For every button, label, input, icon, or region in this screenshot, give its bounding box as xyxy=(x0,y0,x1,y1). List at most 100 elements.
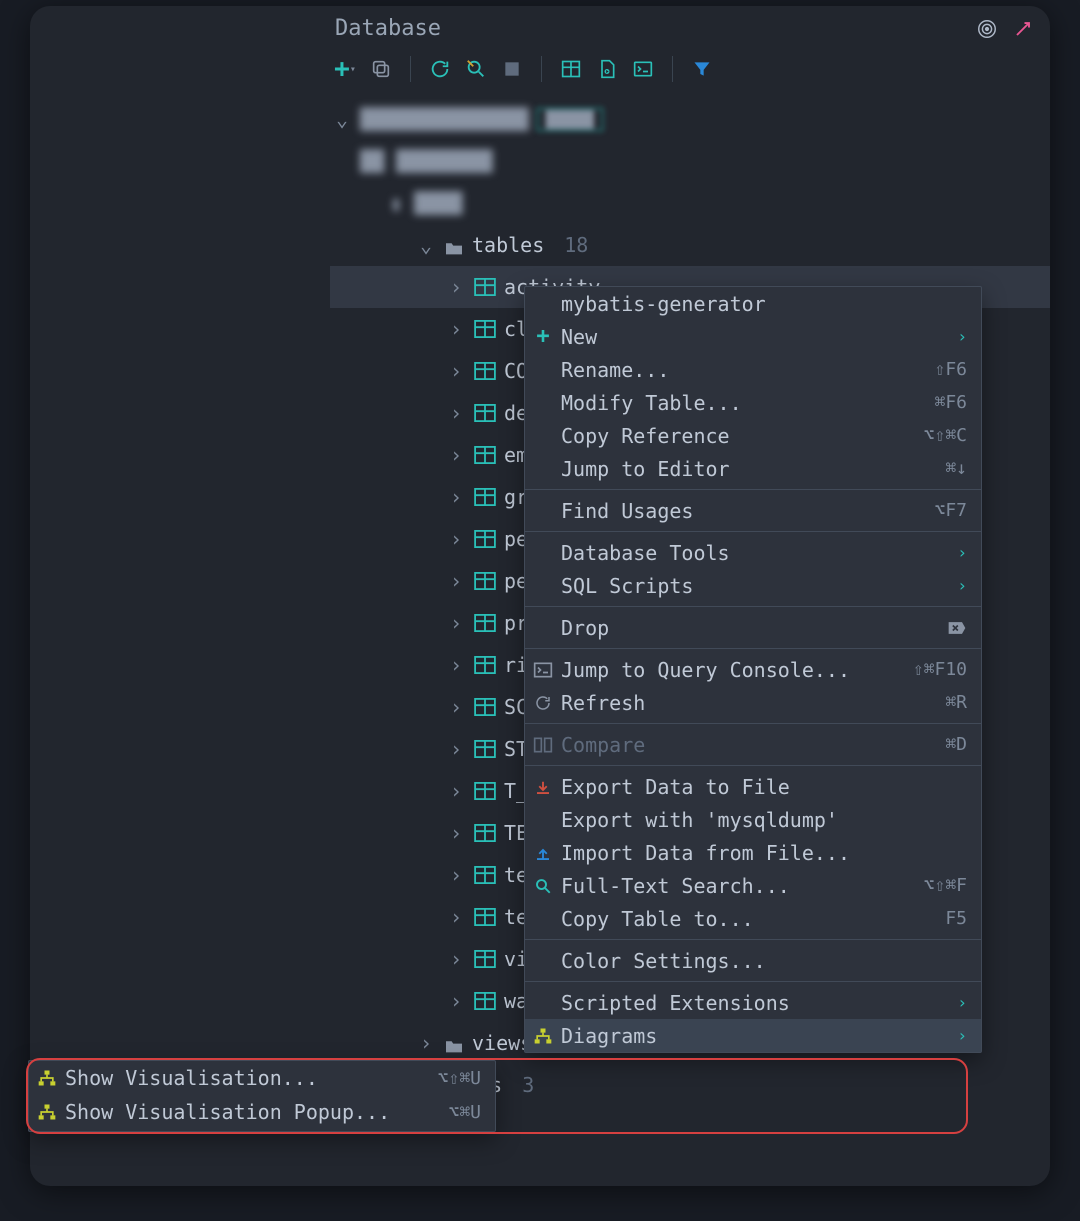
menu-separator xyxy=(525,531,981,532)
menu-item[interactable]: Copy Reference ⌥⇧⌘C xyxy=(525,419,981,452)
table-icon xyxy=(474,824,496,842)
submenu-item[interactable]: Show Visualisation Popup... ⌥⌘U xyxy=(29,1095,495,1129)
menu-separator xyxy=(525,765,981,766)
submenu-item[interactable]: Show Visualisation... ⌥⇧⌘U xyxy=(29,1061,495,1095)
menu-item[interactable]: Jump to Query Console... ⇧⌘F10 xyxy=(525,653,981,686)
toolbar-separator xyxy=(672,56,673,82)
tree-connection[interactable]: ⌄ ██████████████ █████ xyxy=(330,98,1050,140)
menu-item[interactable]: + New › xyxy=(525,320,981,353)
chevron-right-icon: › xyxy=(420,1031,436,1055)
menu-item[interactable]: Find Usages⌥F7 xyxy=(525,494,981,527)
menu-icon xyxy=(533,661,553,679)
menu-shortcut: ⇧⌘F10 xyxy=(913,659,967,680)
tree-schema[interactable]: ██ ████████ xyxy=(330,140,1050,182)
menu-label: Find Usages xyxy=(561,499,926,523)
table-icon xyxy=(474,488,496,506)
folder-count: 18 xyxy=(564,233,588,257)
table-icon xyxy=(474,656,496,674)
folder-count: 3 xyxy=(522,1073,534,1097)
menu-item[interactable]: Rename... ⇧F6 xyxy=(525,353,981,386)
submenu-shortcut: ⌥⌘U xyxy=(448,1102,481,1123)
menu-item[interactable]: Drop xyxy=(525,611,981,644)
menu-label: New xyxy=(561,325,949,349)
menu-item[interactable]: Refresh⌘R xyxy=(525,686,981,719)
menu-item[interactable]: SQL Scripts› xyxy=(525,569,981,602)
menu-separator xyxy=(525,723,981,724)
menu-separator xyxy=(525,981,981,982)
chevron-down-icon: ⌄ xyxy=(336,107,352,131)
menu-item[interactable]: mybatis-generator xyxy=(525,287,981,320)
copy-icon[interactable] xyxy=(370,58,392,80)
menu-separator xyxy=(525,606,981,607)
menu-shortcut: ⇧F6 xyxy=(934,359,967,380)
table-icon xyxy=(474,740,496,758)
menu-shortcut: ⌘D xyxy=(945,734,967,755)
filter-icon[interactable] xyxy=(691,58,713,80)
chevron-right-icon: › xyxy=(450,317,466,341)
menu-label: Database Tools xyxy=(561,541,949,565)
refresh-icon[interactable] xyxy=(429,58,451,80)
chevron-right-icon: › xyxy=(450,947,466,971)
table-icon xyxy=(474,614,496,632)
menu-label: Copy Reference xyxy=(561,424,916,448)
panel-top-right xyxy=(976,18,1034,40)
chevron-right-icon: › xyxy=(450,737,466,761)
table-icon xyxy=(474,320,496,338)
menu-shortcut: ⌘F6 xyxy=(934,392,967,413)
context-menu[interactable]: mybatis-generator + New › Rename... ⇧F6 Modify… xyxy=(524,286,982,1053)
menu-item[interactable]: Modify Table...⌘F6 xyxy=(525,386,981,419)
menu-shortcut: ⌥⇧⌘C xyxy=(924,425,967,446)
table-icon xyxy=(474,530,496,548)
table-icon xyxy=(474,572,496,590)
table-icon[interactable] xyxy=(560,58,582,80)
table-icon xyxy=(474,950,496,968)
chevron-right-icon: › xyxy=(450,653,466,677)
menu-icon xyxy=(533,694,553,712)
menu-icon xyxy=(533,1027,553,1045)
chevron-right-icon: › xyxy=(450,905,466,929)
menu-label: Jump to Query Console... xyxy=(561,658,905,682)
table-icon xyxy=(474,992,496,1010)
menu-item[interactable]: Scripted Extensions› xyxy=(525,986,981,1019)
menu-label: Diagrams xyxy=(561,1024,949,1048)
menu-item[interactable]: Full-Text Search...⌥⇧⌘F xyxy=(525,869,981,902)
menu-item[interactable]: Copy Table to...F5 xyxy=(525,902,981,935)
menu-item: Compare⌘D xyxy=(525,728,981,761)
menu-separator xyxy=(525,648,981,649)
menu-item[interactable]: Import Data from File... xyxy=(525,836,981,869)
diagram-icon xyxy=(37,1069,57,1087)
chevron-right-icon: › xyxy=(957,327,967,346)
console-icon[interactable] xyxy=(632,58,654,80)
tree-database[interactable]: ▮ ████ xyxy=(330,182,1050,224)
inspect-icon[interactable] xyxy=(465,58,487,80)
script-icon[interactable] xyxy=(596,58,618,80)
menu-item[interactable]: Jump to Editor⌘↓ xyxy=(525,452,981,485)
stop-icon[interactable] xyxy=(501,58,523,80)
database-toolbar: +▾ xyxy=(330,50,717,88)
menu-label: Export Data to File xyxy=(561,775,967,799)
menu-item[interactable]: Diagrams› xyxy=(525,1019,981,1052)
menu-icon: + xyxy=(533,324,553,349)
diagrams-submenu[interactable]: Show Visualisation... ⌥⇧⌘U Show Visualis… xyxy=(28,1060,496,1132)
target-icon[interactable] xyxy=(976,18,998,40)
chevron-right-icon: › xyxy=(450,527,466,551)
table-icon xyxy=(474,362,496,380)
menu-item[interactable]: Color Settings... xyxy=(525,944,981,977)
table-icon xyxy=(474,866,496,884)
chevron-right-icon: › xyxy=(450,779,466,803)
add-icon[interactable]: +▾ xyxy=(334,58,356,80)
menu-icon xyxy=(533,844,553,862)
menu-label: Rename... xyxy=(561,358,926,382)
tree-tables-folder[interactable]: ⌄ tables 18 xyxy=(330,224,1050,266)
chevron-right-icon: › xyxy=(450,863,466,887)
toolbar-separator xyxy=(410,56,411,82)
chevron-right-icon: › xyxy=(450,359,466,383)
menu-item[interactable]: Database Tools› xyxy=(525,536,981,569)
menu-item[interactable]: Export with 'mysqldump' xyxy=(525,803,981,836)
table-icon xyxy=(474,278,496,296)
popup-icon[interactable] xyxy=(1012,18,1034,40)
menu-label: SQL Scripts xyxy=(561,574,949,598)
diagram-icon xyxy=(37,1103,57,1121)
menu-shortcut: F5 xyxy=(945,908,967,929)
menu-item[interactable]: Export Data to File xyxy=(525,770,981,803)
